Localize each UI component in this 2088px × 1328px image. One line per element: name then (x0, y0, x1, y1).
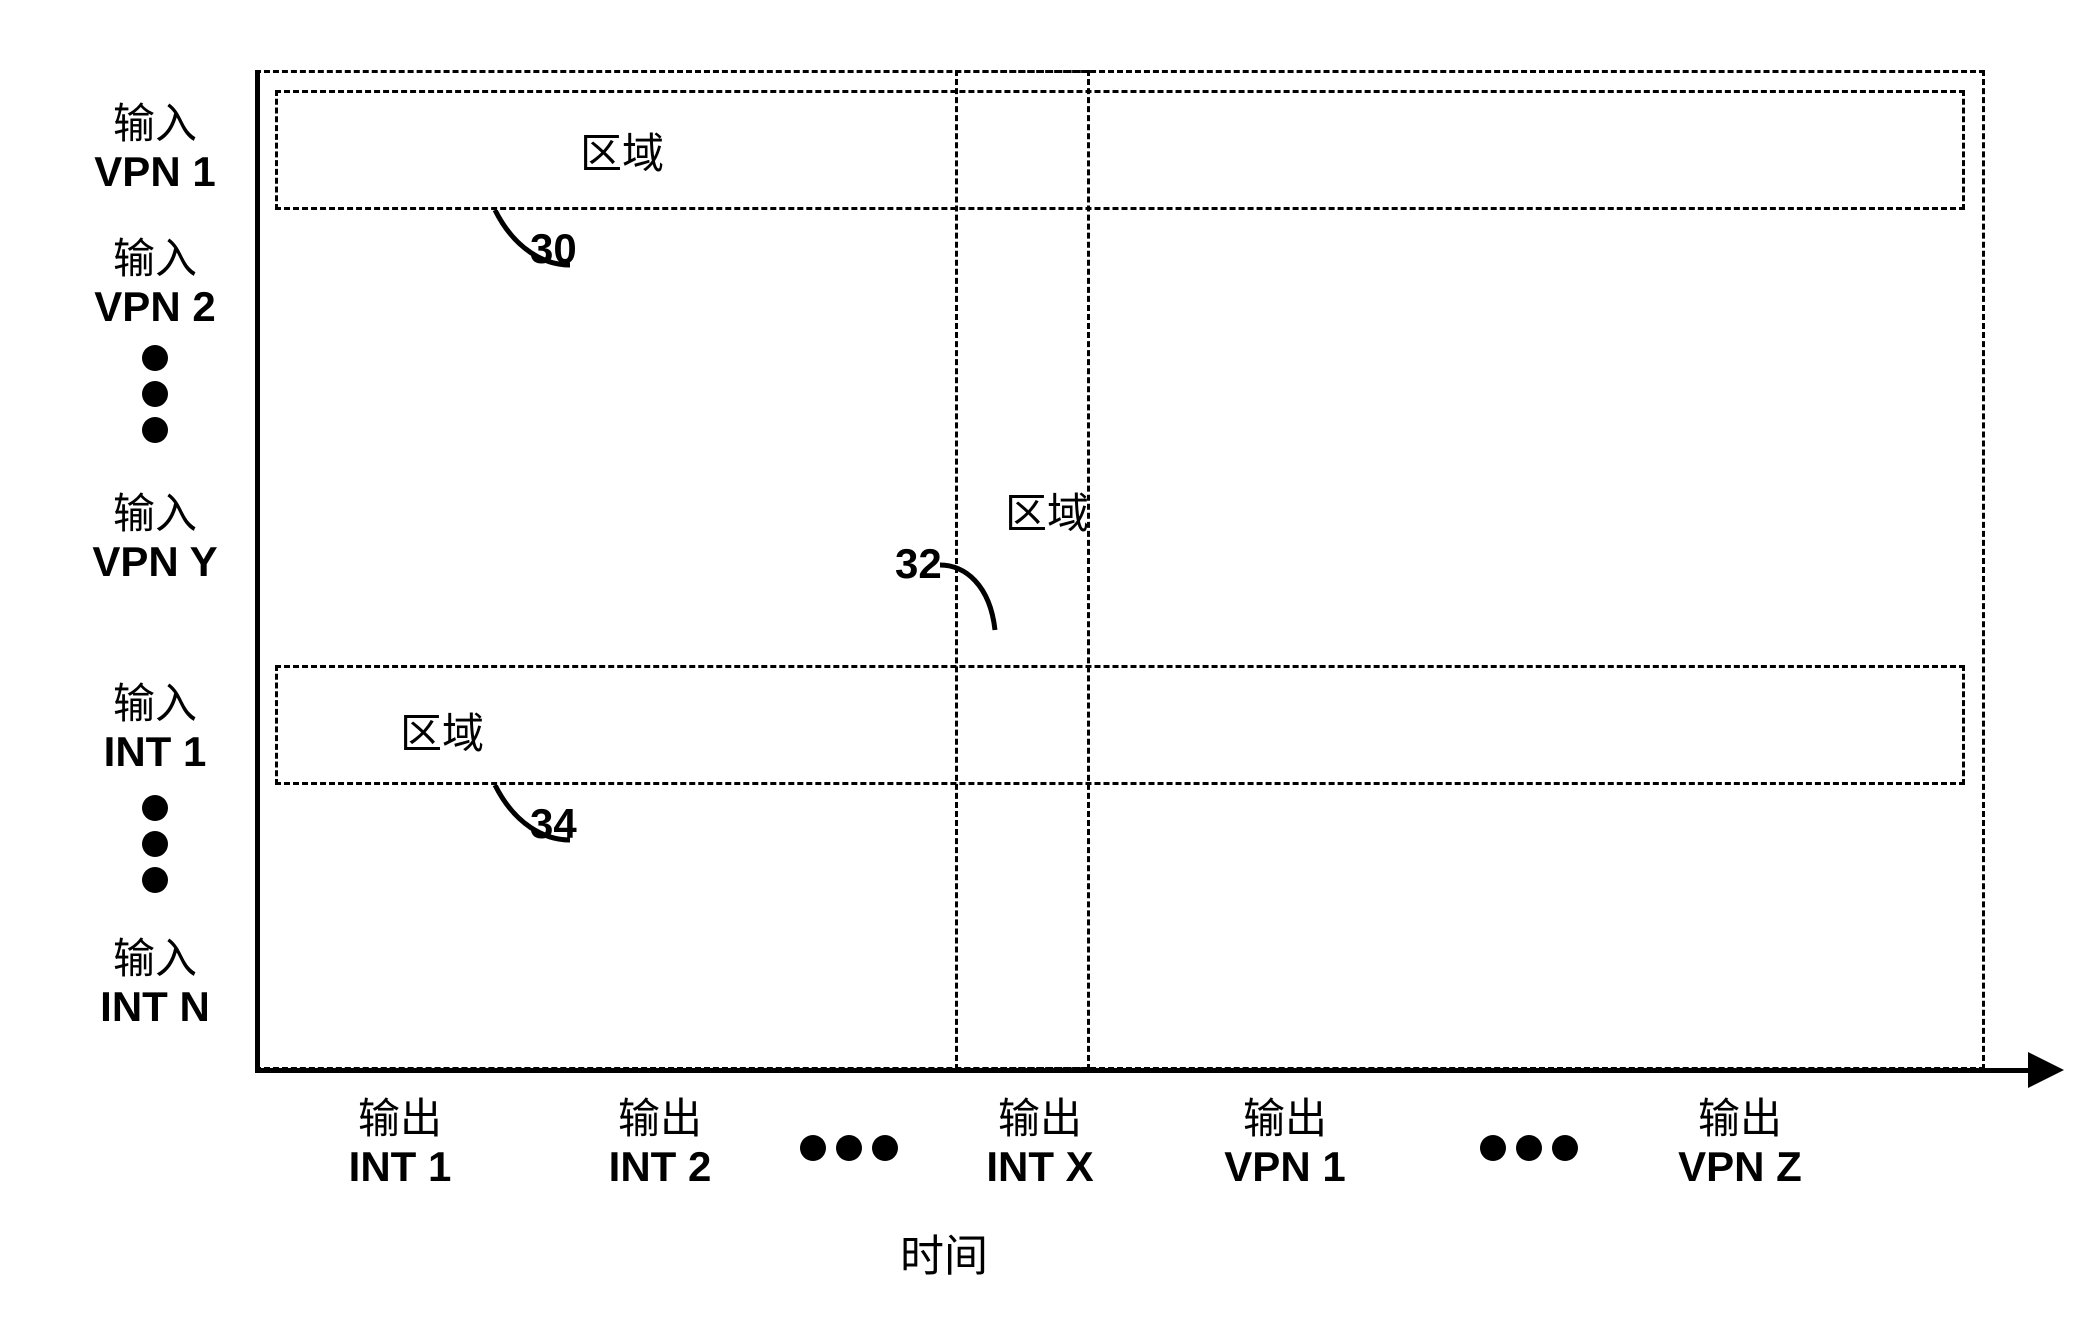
x-label-code: INT 2 (609, 1143, 712, 1190)
x-label-cn: 输出 (998, 1095, 1082, 1142)
region-34-band (275, 665, 1965, 785)
x-label-vpn1: 输出 VPN 1 (1190, 1095, 1380, 1192)
y-ellipsis-int (142, 795, 168, 893)
dot-icon (142, 417, 168, 443)
region-30-leader (485, 210, 575, 280)
y-label-vpn2: 输入 VPN 2 (70, 235, 240, 332)
region-34-label: 区域 (400, 700, 484, 761)
x-label-code: VPN 1 (1224, 1143, 1345, 1190)
dot-icon (142, 831, 168, 857)
x-label-code: VPN Z (1678, 1143, 1802, 1190)
y-label-code: INT 1 (104, 728, 207, 775)
y-label-cn: 输入 (113, 100, 197, 147)
x-axis-title: 时间 (900, 1220, 988, 1284)
y-ellipsis-vpn (142, 345, 168, 443)
x-label-int1: 输出 INT 1 (315, 1095, 485, 1192)
x-label-int2: 输出 INT 2 (575, 1095, 745, 1192)
y-label-code: INT N (100, 983, 210, 1030)
y-label-cn: 输入 (113, 490, 197, 537)
x-ellipsis-int (800, 1135, 898, 1161)
y-label-intn: 输入 INT N (70, 935, 240, 1032)
y-label-cn: 输入 (113, 680, 197, 727)
dot-icon (142, 345, 168, 371)
y-label-cn: 输入 (113, 235, 197, 282)
x-label-cn: 输出 (1243, 1095, 1327, 1142)
x-axis-arrowhead (2028, 1052, 2064, 1088)
x-ellipsis-vpn (1480, 1135, 1578, 1161)
dot-icon (142, 795, 168, 821)
x-label-intx: 输出 INT X (950, 1095, 1130, 1192)
x-label-vpnz: 输出 VPN Z (1640, 1095, 1840, 1192)
y-label-code: VPN Y (92, 538, 217, 585)
y-label-int1: 输入 INT 1 (70, 680, 240, 777)
region-32-label: 区域 (1005, 480, 1089, 541)
region-32-number: 32 (895, 540, 942, 588)
y-label-vpny: 输入 VPN Y (70, 490, 240, 587)
x-label-cn: 输出 (618, 1095, 702, 1142)
x-label-cn: 输出 (358, 1095, 442, 1142)
dot-icon (800, 1135, 826, 1161)
dot-icon (872, 1135, 898, 1161)
y-label-code: VPN 1 (94, 148, 215, 195)
dot-icon (836, 1135, 862, 1161)
region-30-label: 区域 (580, 120, 664, 181)
dot-icon (142, 867, 168, 893)
region-32-leader (940, 535, 1010, 635)
diagram-stage: 区域 30 区域 32 区域 34 输入 VPN 1 输入 VPN 2 输入 V… (0, 0, 2088, 1328)
x-label-code: INT 1 (349, 1143, 452, 1190)
y-label-cn: 输入 (113, 935, 197, 982)
y-axis-line (255, 70, 260, 1070)
x-axis-line (255, 1068, 2030, 1073)
y-label-vpn1: 输入 VPN 1 (70, 100, 240, 197)
x-label-cn: 输出 (1698, 1095, 1782, 1142)
dot-icon (1552, 1135, 1578, 1161)
x-label-code: INT X (986, 1143, 1093, 1190)
dot-icon (1480, 1135, 1506, 1161)
region-34-leader (485, 785, 575, 855)
dot-icon (1516, 1135, 1542, 1161)
dot-icon (142, 381, 168, 407)
region-30-band (275, 90, 1965, 210)
y-label-code: VPN 2 (94, 283, 215, 330)
